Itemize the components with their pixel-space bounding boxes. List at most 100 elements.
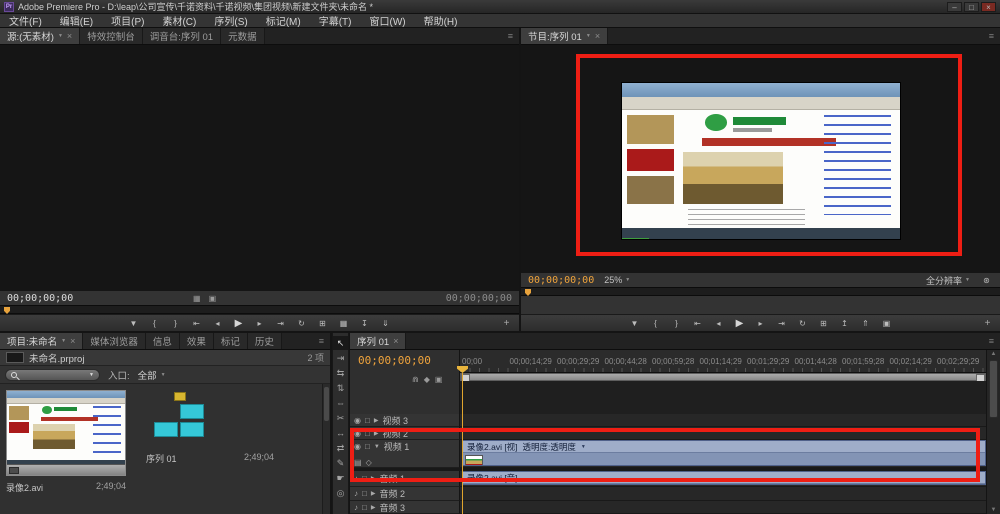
rate-stretch-tool-icon[interactable]: ⇔ (333, 396, 348, 410)
item-name[interactable]: 序列 01 (146, 452, 177, 465)
timeline-current-timecode[interactable]: 00;00;00;00 (358, 354, 431, 367)
extract-button[interactable]: ⇑ (859, 317, 872, 329)
button-editor-button[interactable]: + (981, 317, 994, 329)
loop-button[interactable]: ↻ (295, 317, 308, 329)
track-output-toggle-icon[interactable]: ◉ (354, 416, 361, 425)
step-forward-button[interactable]: ▸ (253, 317, 266, 329)
tab-effects[interactable]: 效果 (180, 333, 214, 349)
track-expand-icon[interactable]: ▶ (374, 417, 379, 424)
menu-item[interactable]: 序列(S) (205, 13, 256, 28)
tab-project[interactable]: 项目:未命名 ▼ × (0, 333, 83, 349)
track-lock-toggle-icon[interactable]: □ (365, 442, 370, 451)
track-lane-audio-2[interactable] (460, 487, 986, 501)
current-time-indicator-line[interactable] (462, 373, 463, 514)
project-scrollbar[interactable] (322, 384, 330, 514)
track-lock-toggle-icon[interactable]: □ (365, 429, 370, 438)
output-icon[interactable]: ▦ (193, 294, 201, 303)
menu-item[interactable]: 文件(F) (0, 13, 51, 28)
tab-audio-mixer[interactable]: 调音台:序列 01 (143, 28, 221, 44)
razor-tool-icon[interactable]: ✂ (333, 411, 348, 425)
go-to-in-button[interactable]: ⇤ (691, 317, 704, 329)
play-button[interactable]: ▶ (232, 317, 245, 329)
track-lock-toggle-icon[interactable]: □ (362, 489, 367, 498)
search-input[interactable]: ▼ (5, 369, 100, 381)
close-icon[interactable]: × (595, 31, 600, 41)
chevron-down-icon[interactable]: ▼ (581, 444, 586, 450)
selection-tool-icon[interactable]: ↖ (333, 336, 348, 350)
tab-source[interactable]: 源:(无素材) ▼ × (0, 28, 80, 44)
encore-marker-icon[interactable]: ▣ (435, 375, 443, 384)
insert-button[interactable]: ↧ (358, 317, 371, 329)
track-mute-toggle-icon[interactable]: ♪ (354, 489, 358, 498)
step-forward-button[interactable]: ▸ (754, 317, 767, 329)
minimize-button[interactable]: – (947, 2, 962, 12)
project-item-sequence[interactable]: 序列 01 2;49;04 (146, 392, 274, 465)
maximize-button[interactable]: □ (964, 2, 979, 12)
close-icon[interactable]: × (67, 31, 72, 41)
project-item-video[interactable]: 录像2.avi 2;49;04 (6, 390, 126, 494)
sequence-icon[interactable] (146, 392, 274, 444)
display-mode-icon[interactable]: ▣ (209, 294, 217, 303)
tab-history[interactable]: 历史 (248, 333, 282, 349)
safe-margins-button[interactable]: ⊞ (316, 317, 329, 329)
menu-item[interactable]: 编辑(E) (51, 13, 102, 28)
show-keyframes-icon[interactable]: ◇ (366, 458, 372, 467)
panel-menu-icon[interactable]: ≡ (983, 28, 1000, 44)
display-style-icon[interactable]: ▤ (354, 458, 362, 467)
menu-item[interactable]: 窗口(W) (360, 13, 414, 28)
go-to-out-button[interactable]: ⇥ (274, 317, 287, 329)
safe-margins-button[interactable]: ⊞ (817, 317, 830, 329)
track-lane-audio-1[interactable]: 录像2.avi [音] (460, 471, 986, 487)
tab-metadata[interactable]: 元数据 (221, 28, 265, 44)
scrollbar-thumb[interactable] (989, 360, 998, 418)
go-to-out-button[interactable]: ⇥ (775, 317, 788, 329)
program-current-timecode[interactable]: 00;00;00;00 (528, 275, 594, 286)
mark-in-button[interactable]: { (649, 317, 662, 329)
track-mute-toggle-icon[interactable]: ♪ (354, 474, 358, 483)
program-playhead-icon[interactable] (525, 289, 531, 296)
zoom-level-select[interactable]: 25% ▼ (604, 275, 630, 285)
scroll-up-icon[interactable]: ▲ (987, 351, 1000, 357)
snap-toggle-icon[interactable]: ⋒ (412, 375, 419, 384)
program-scrubber[interactable] (521, 287, 1000, 296)
close-icon[interactable]: × (70, 336, 75, 346)
playback-resolution-select[interactable]: 全分辨率 ▼ (926, 274, 970, 287)
filter-select[interactable]: 全部 ▼ (138, 368, 166, 382)
go-to-in-button[interactable]: ⇤ (190, 317, 203, 329)
timeline-clip-video[interactable]: 录像2.avi [视] 透明度:透明度 ▼ (462, 440, 986, 466)
panel-menu-icon[interactable]: ≡ (983, 333, 1000, 349)
chevron-down-icon[interactable]: ▼ (61, 338, 66, 344)
thumbnail-scrubber-handle[interactable] (9, 467, 19, 474)
play-button[interactable]: ▶ (733, 317, 746, 329)
panel-menu-icon[interactable]: ≡ (502, 28, 519, 44)
panel-menu-icon[interactable]: ≡ (313, 333, 330, 349)
menu-item[interactable]: 字幕(T) (310, 13, 361, 28)
track-lane-video-1[interactable]: 录像2.avi [视] 透明度:透明度 ▼ (460, 440, 986, 468)
track-lock-toggle-icon[interactable]: □ (362, 474, 367, 483)
marker-icon[interactable]: ◆ (424, 375, 430, 384)
track-lane-video-2[interactable] (460, 427, 986, 440)
timeline-ruler[interactable]: 00;0000;00;14;2900;00;29;2900;00;44;2800… (460, 350, 986, 373)
step-back-button[interactable]: ◂ (211, 317, 224, 329)
menu-item[interactable]: 素材(C) (153, 13, 205, 28)
tab-markers[interactable]: 标记 (214, 333, 248, 349)
track-expand-icon[interactable]: ▶ (371, 475, 376, 482)
track-lock-toggle-icon[interactable]: □ (362, 503, 367, 512)
slide-tool-icon[interactable]: ⇄ (333, 441, 348, 455)
clip-effect-badge[interactable]: 透明度:透明度 (523, 441, 576, 453)
work-area-bar[interactable] (460, 373, 986, 381)
track-mute-toggle-icon[interactable]: ♪ (354, 503, 358, 512)
chevron-down-icon[interactable]: ▼ (586, 33, 591, 39)
add-marker-button[interactable]: ▼ (628, 317, 641, 329)
mark-out-button[interactable]: } (169, 317, 182, 329)
tab-effect-controls[interactable]: 特效控制台 (80, 28, 143, 44)
lift-button[interactable]: ↥ (838, 317, 851, 329)
loop-button[interactable]: ↻ (796, 317, 809, 329)
program-monitor-view[interactable] (521, 45, 1000, 273)
track-output-toggle-icon[interactable]: ◉ (354, 442, 361, 451)
source-current-timecode[interactable]: 00;00;00;00 (7, 293, 73, 304)
track-lane-audio-3[interactable] (460, 501, 986, 514)
track-expand-icon[interactable]: ▶ (371, 504, 376, 511)
menu-item[interactable]: 帮助(H) (415, 13, 467, 28)
export-frame-button[interactable]: ▣ (880, 317, 893, 329)
